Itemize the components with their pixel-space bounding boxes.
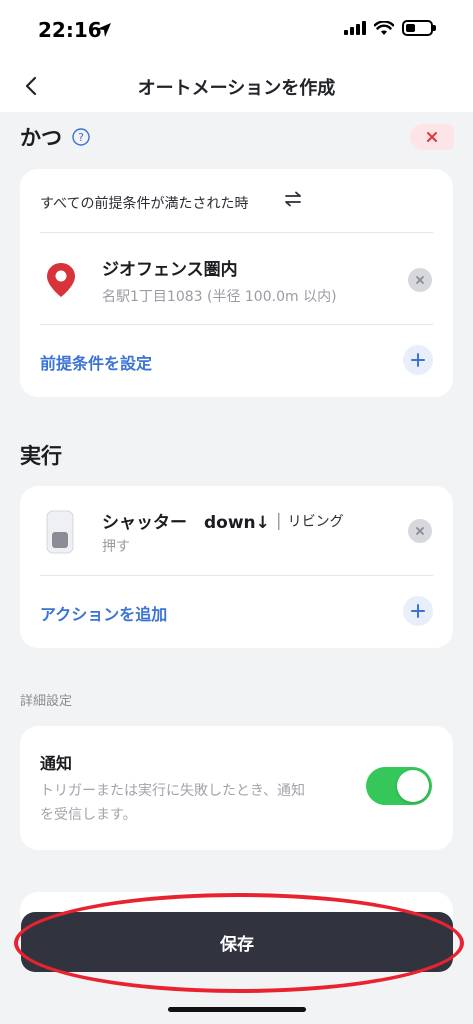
action-item-title-row: シャッター down↓ | リビング <box>102 508 344 534</box>
page-title: オートメーションを作成 <box>137 78 336 99</box>
status-bar: 22:16 <box>0 0 473 60</box>
remove-condition-button[interactable] <box>408 268 432 292</box>
condition-item-title: ジオフェンス圏内 <box>102 260 238 280</box>
action-item-title: シャッター down↓ <box>102 513 270 533</box>
room-separator: | <box>275 510 282 531</box>
swap-icon[interactable] <box>284 191 302 207</box>
add-action-button[interactable] <box>403 596 433 626</box>
remove-action-button[interactable] <box>408 519 432 543</box>
close-icon <box>427 132 437 142</box>
add-action-link[interactable]: アクションを追加 <box>40 601 167 625</box>
home-indicator <box>168 1007 306 1012</box>
plus-icon <box>411 353 425 367</box>
close-icon <box>416 276 424 284</box>
cellular-signal-icon <box>344 21 366 35</box>
header: オートメーションを作成 <box>0 60 473 112</box>
condition-item-subtitle: 名駅1丁目1083 (半径 100.0m 以内) <box>102 289 337 305</box>
help-icon[interactable]: ? <box>72 128 90 146</box>
location-pin-icon <box>47 263 75 297</box>
condition-section-title: かつ <box>20 126 62 150</box>
notification-title: 通知 <box>40 754 73 773</box>
action-card: シャッター down↓ | リビング 押す アクションを追加 <box>20 486 453 648</box>
add-condition-button[interactable] <box>403 345 433 375</box>
save-button[interactable]: 保存 <box>21 912 453 972</box>
divider <box>40 324 433 325</box>
location-arrow-icon <box>97 23 111 37</box>
action-item-subtitle: 押す <box>102 539 130 555</box>
action-section-title: 実行 <box>20 444 62 468</box>
delete-condition-button[interactable] <box>410 124 454 150</box>
notification-toggle[interactable] <box>366 767 432 805</box>
add-condition-link[interactable]: 前提条件を設定 <box>40 350 152 374</box>
toggle-knob <box>397 770 429 802</box>
status-indicators <box>344 20 436 36</box>
switch-device-icon <box>46 510 74 554</box>
action-item-room: リビング <box>287 513 344 530</box>
notification-card: 通知 トリガーまたは実行に失敗したとき、通知 を受信します。 <box>20 726 453 850</box>
close-icon <box>416 527 424 535</box>
condition-heading: すべての前提条件が満たされた時 <box>40 196 249 212</box>
notification-description-line1: トリガーまたは実行に失敗したとき、通知 <box>40 783 306 799</box>
battery-icon <box>402 20 436 36</box>
notification-description-line2: を受信します。 <box>40 807 137 823</box>
svg-text:?: ? <box>78 131 84 144</box>
status-time: 22:16 <box>38 18 102 42</box>
wifi-icon <box>374 20 394 35</box>
condition-card: すべての前提条件が満たされた時 ジオフェンス圏内 名駅1丁目1083 (半径 1… <box>20 169 453 397</box>
plus-icon <box>411 604 425 618</box>
divider <box>40 232 433 233</box>
divider <box>40 575 433 576</box>
details-section-label: 詳細設定 <box>20 694 73 709</box>
